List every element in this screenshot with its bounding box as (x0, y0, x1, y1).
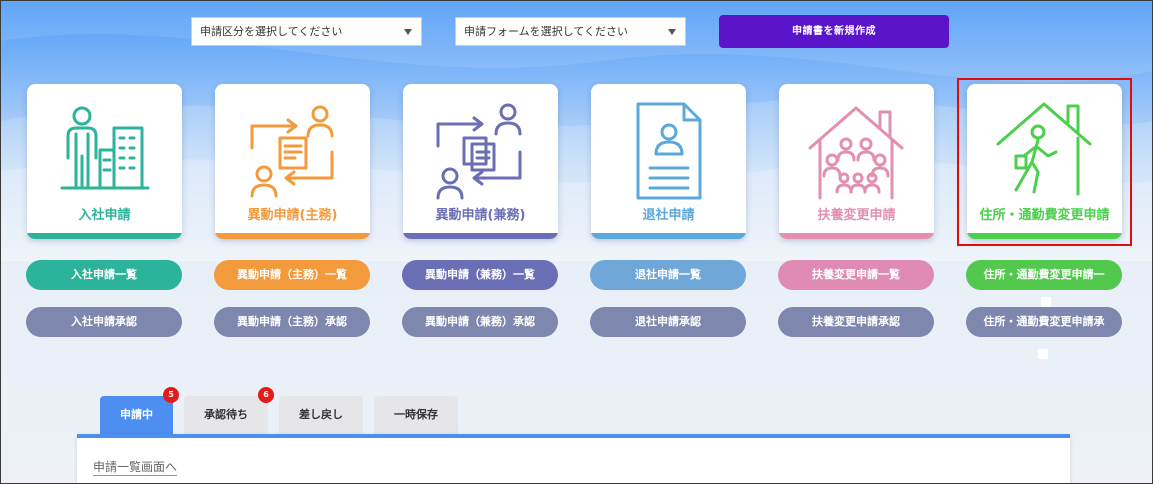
card-label: 扶養変更申請 (817, 208, 896, 223)
tab-draft[interactable]: 一時保存 (374, 396, 458, 434)
tab-in-progress[interactable]: 申請中 (100, 396, 173, 434)
transfer-concurrent-list-button[interactable]: 異動申請（兼務）一覧 (402, 260, 558, 290)
transfer-main-icon (250, 105, 334, 198)
card-accent-bar (591, 233, 746, 239)
app-frame: 申請区分を選択してください 申請フォームを選択してください 申請書を新規作成 入… (0, 0, 1153, 484)
tab-awaiting-approval[interactable]: 承認待ち (184, 396, 268, 434)
card-accent-bar (403, 233, 558, 239)
awaiting-approval-count-badge: 6 (258, 387, 274, 403)
card-label: 異動申請(兼務) (435, 208, 526, 223)
in-progress-count-badge: 5 (163, 387, 179, 403)
card-accent-bar (779, 233, 934, 239)
card-transfer-concurrent[interactable]: 異動申請(兼務) (403, 84, 558, 239)
tab-returned[interactable]: 差し戻し (279, 396, 363, 434)
form-select-value: 申請フォームを選択してください (464, 25, 629, 38)
onboarding-approve-button[interactable]: 入社申請承認 (26, 307, 182, 337)
card-accent-bar (215, 233, 370, 239)
resignation-approve-button[interactable]: 退社申請承認 (590, 307, 746, 337)
transfer-concurrent-icon (436, 103, 522, 200)
onboarding-list-button[interactable]: 入社申請一覧 (26, 260, 182, 290)
employee-building-icon (60, 106, 150, 190)
transfer-concurrent-approve-button[interactable]: 異動申請（兼務）承認 (402, 307, 558, 337)
address-commute-list-button[interactable]: 住所・通勤費変更申請一 (966, 260, 1122, 290)
create-application-button[interactable]: 申請書を新規作成 (719, 15, 949, 48)
chevron-down-icon (668, 29, 676, 35)
category-select-value: 申請区分を選択してください (200, 25, 343, 38)
chevron-down-icon (404, 29, 412, 35)
card-resignation[interactable]: 退社申請 (591, 84, 746, 239)
application-list-link[interactable]: 申請一覧画面へ (93, 460, 178, 476)
card-onboarding[interactable]: 入社申請 (27, 84, 182, 239)
address-commute-approve-button[interactable]: 住所・通勤費変更申請承 (966, 307, 1122, 337)
decorative-square (1041, 297, 1051, 307)
form-select[interactable]: 申請フォームを選択してください (455, 17, 686, 46)
applications-panel: 申請一覧画面へ (77, 434, 1070, 483)
resignation-document-icon (636, 102, 702, 200)
selection-highlight (957, 78, 1132, 246)
dependents-change-approve-button[interactable]: 扶養変更申請承認 (778, 307, 934, 337)
card-dependents-change[interactable]: 扶養変更申請 (779, 84, 934, 239)
card-accent-bar (27, 233, 182, 239)
resignation-list-button[interactable]: 退社申請一覧 (590, 260, 746, 290)
dependents-change-list-button[interactable]: 扶養変更申請一覧 (778, 260, 934, 290)
transfer-main-approve-button[interactable]: 異動申請（主務）承認 (214, 307, 370, 337)
card-label: 入社申請 (78, 208, 131, 223)
category-select[interactable]: 申請区分を選択してください (191, 17, 422, 46)
card-transfer-main[interactable]: 異動申請(主務) (215, 84, 370, 239)
card-label: 退社申請 (642, 208, 695, 223)
family-house-icon (808, 106, 904, 200)
card-label: 異動申請(主務) (247, 208, 338, 223)
decorative-square (1038, 349, 1048, 359)
transfer-main-list-button[interactable]: 異動申請（主務）一覧 (214, 260, 370, 290)
